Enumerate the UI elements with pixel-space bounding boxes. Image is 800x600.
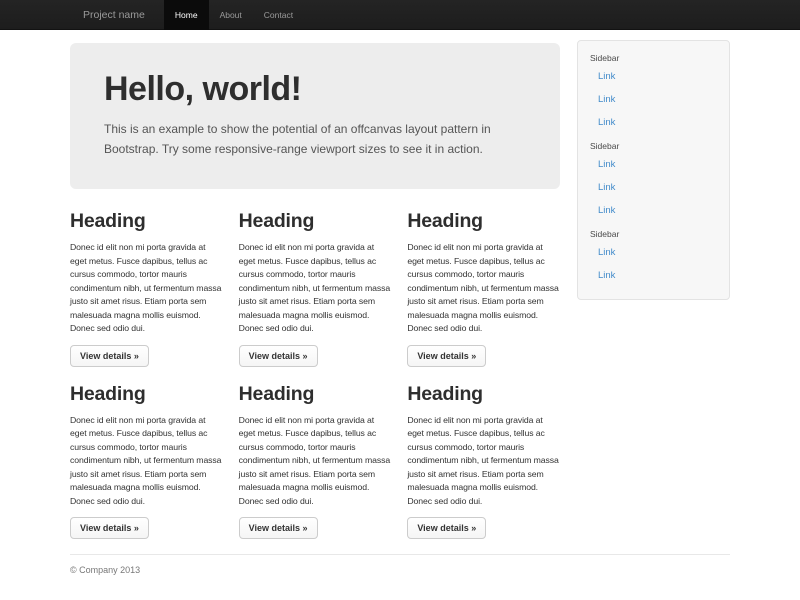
- view-details-button[interactable]: View details »: [239, 345, 318, 367]
- sidebar-panel: Sidebar Link Link Link Sidebar Link Link…: [577, 40, 730, 300]
- card-heading: Heading: [239, 382, 392, 406]
- view-details-button[interactable]: View details »: [407, 345, 486, 367]
- sidebar-link[interactable]: Link: [588, 88, 719, 111]
- navbar: Project name Home About Contact: [0, 0, 800, 30]
- copyright-text: © Company 2013: [70, 565, 730, 575]
- sidebar-group-3: Sidebar Link Link: [588, 229, 719, 287]
- view-details-button[interactable]: View details »: [239, 517, 318, 539]
- card-heading: Heading: [407, 209, 560, 233]
- content-row: Hello, world! This is an example to show…: [70, 30, 730, 539]
- card-heading: Heading: [407, 382, 560, 406]
- sidebar-link[interactable]: Link: [588, 65, 719, 88]
- cards-row-2: Heading Donec id elit non mi porta gravi…: [70, 382, 560, 540]
- card-body-text: Donec id elit non mi porta gravida at eg…: [239, 241, 392, 336]
- card: Heading Donec id elit non mi porta gravi…: [70, 382, 223, 540]
- nav-links: Home About Contact: [164, 0, 304, 30]
- sidebar-group-2: Sidebar Link Link Link: [588, 141, 719, 222]
- sidebar-group-title: Sidebar: [590, 141, 719, 151]
- page-title: Hello, world!: [104, 70, 526, 108]
- sidebar-link[interactable]: Link: [588, 241, 719, 264]
- card-body-text: Donec id elit non mi porta gravida at eg…: [407, 241, 560, 336]
- view-details-button[interactable]: View details »: [407, 517, 486, 539]
- card-body-text: Donec id elit non mi porta gravida at eg…: [70, 414, 223, 509]
- navbar-inner: Project name Home About Contact: [70, 0, 730, 30]
- card: Heading Donec id elit non mi porta gravi…: [407, 209, 560, 367]
- sidebar-link[interactable]: Link: [588, 199, 719, 222]
- nav-item-contact[interactable]: Contact: [253, 0, 304, 30]
- sidebar-link[interactable]: Link: [588, 264, 719, 287]
- sidebar-column: Sidebar Link Link Link Sidebar Link Link…: [577, 30, 730, 300]
- sidebar-group-title: Sidebar: [590, 229, 719, 239]
- cards-row-1: Heading Donec id elit non mi porta gravi…: [70, 209, 560, 367]
- card: Heading Donec id elit non mi porta gravi…: [239, 209, 392, 367]
- jumbotron-description: This is an example to show the potential…: [104, 119, 526, 159]
- nav-item-about[interactable]: About: [209, 0, 253, 30]
- sidebar-group-1: Sidebar Link Link Link: [588, 53, 719, 134]
- card: Heading Donec id elit non mi porta gravi…: [407, 382, 560, 540]
- sidebar-link[interactable]: Link: [588, 111, 719, 134]
- card-body-text: Donec id elit non mi porta gravida at eg…: [239, 414, 392, 509]
- sidebar-link[interactable]: Link: [588, 153, 719, 176]
- jumbotron: Hello, world! This is an example to show…: [70, 43, 560, 189]
- sidebar-link[interactable]: Link: [588, 176, 719, 199]
- card: Heading Donec id elit non mi porta gravi…: [70, 209, 223, 367]
- sidebar-group-title: Sidebar: [590, 53, 719, 63]
- page-container: Hello, world! This is an example to show…: [70, 30, 730, 575]
- footer: © Company 2013: [70, 554, 730, 575]
- card-heading: Heading: [70, 382, 223, 406]
- nav-item-home[interactable]: Home: [164, 0, 209, 30]
- main-column: Hello, world! This is an example to show…: [70, 30, 560, 539]
- card-heading: Heading: [239, 209, 392, 233]
- view-details-button[interactable]: View details »: [70, 345, 149, 367]
- view-details-button[interactable]: View details »: [70, 517, 149, 539]
- card-heading: Heading: [70, 209, 223, 233]
- card-body-text: Donec id elit non mi porta gravida at eg…: [407, 414, 560, 509]
- card-body-text: Donec id elit non mi porta gravida at eg…: [70, 241, 223, 336]
- card: Heading Donec id elit non mi porta gravi…: [239, 382, 392, 540]
- brand-link[interactable]: Project name: [70, 0, 155, 30]
